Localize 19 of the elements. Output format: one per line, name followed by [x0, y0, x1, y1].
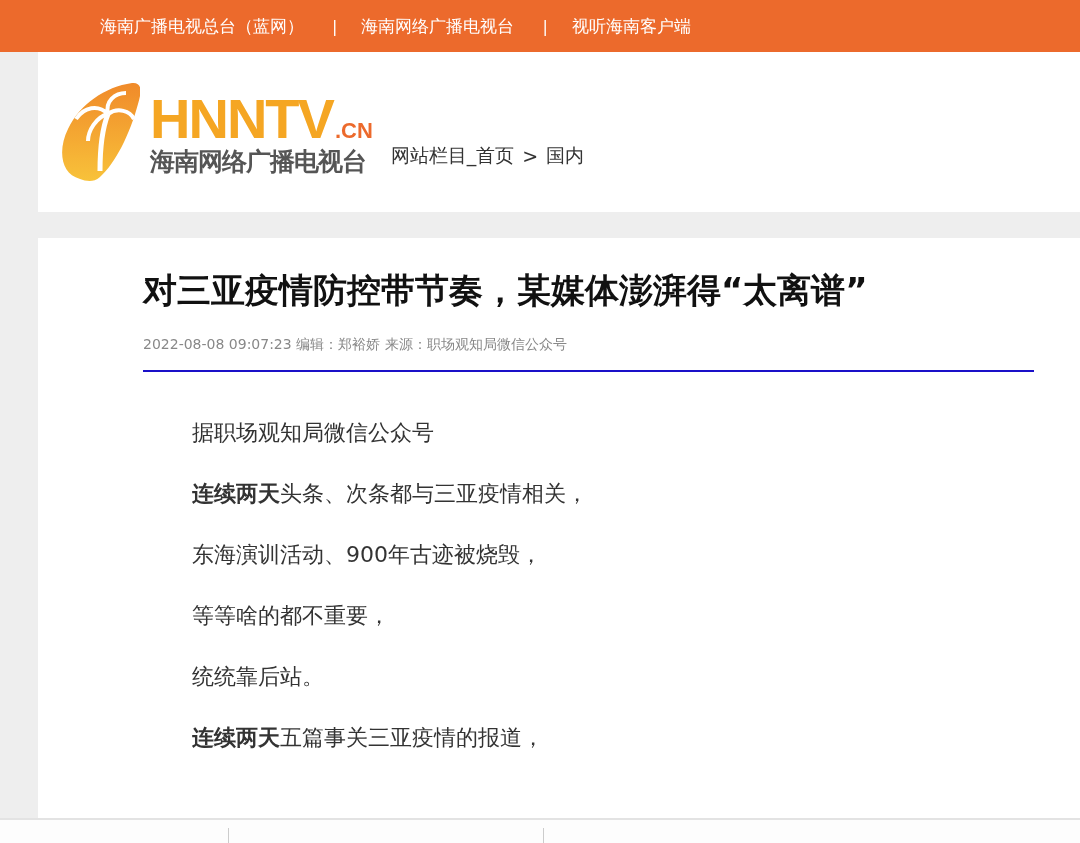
- article-meta: 2022-08-08 09:07:23 编辑：郑裕娇 来源：职场观知局微信公众号: [143, 336, 568, 355]
- breadcrumb-link[interactable]: 国内: [546, 143, 585, 169]
- article-paragraph: 连续两天头条、次条都与三亚疫情相关，: [192, 480, 589, 509]
- breadcrumb-separator: >: [522, 145, 539, 167]
- nav-link[interactable]: 视听海南客户端: [571, 14, 691, 38]
- nav-separator: |: [332, 16, 338, 36]
- nav-link[interactable]: 海南网络广播电视台: [361, 14, 515, 38]
- article-paragraph: 东海演训活动、900年古迹被烧毁，: [192, 541, 543, 570]
- nav-separator: |: [542, 16, 548, 36]
- article-paragraph: 据职场观知局微信公众号: [192, 419, 435, 448]
- article-paragraph: 等等啥的都不重要，: [192, 602, 391, 631]
- logo-wordmark: HNNTV: [150, 91, 333, 147]
- article-paragraph: 统统靠后站。: [192, 663, 325, 692]
- breadcrumb-link[interactable]: 网站栏目_首页: [390, 143, 515, 169]
- article-title: 对三亚疫情防控带节奏，某媒体澎湃得“太离谱”: [143, 269, 869, 312]
- nav-link[interactable]: 海南广播电视总台（蓝网）: [100, 14, 304, 38]
- article-paragraph: 连续两天五篇事关三亚疫情的报道，: [192, 724, 545, 753]
- logo-station-name: 海南网络广播电视台: [150, 147, 367, 177]
- logo-domain-suffix: .CN: [334, 120, 373, 142]
